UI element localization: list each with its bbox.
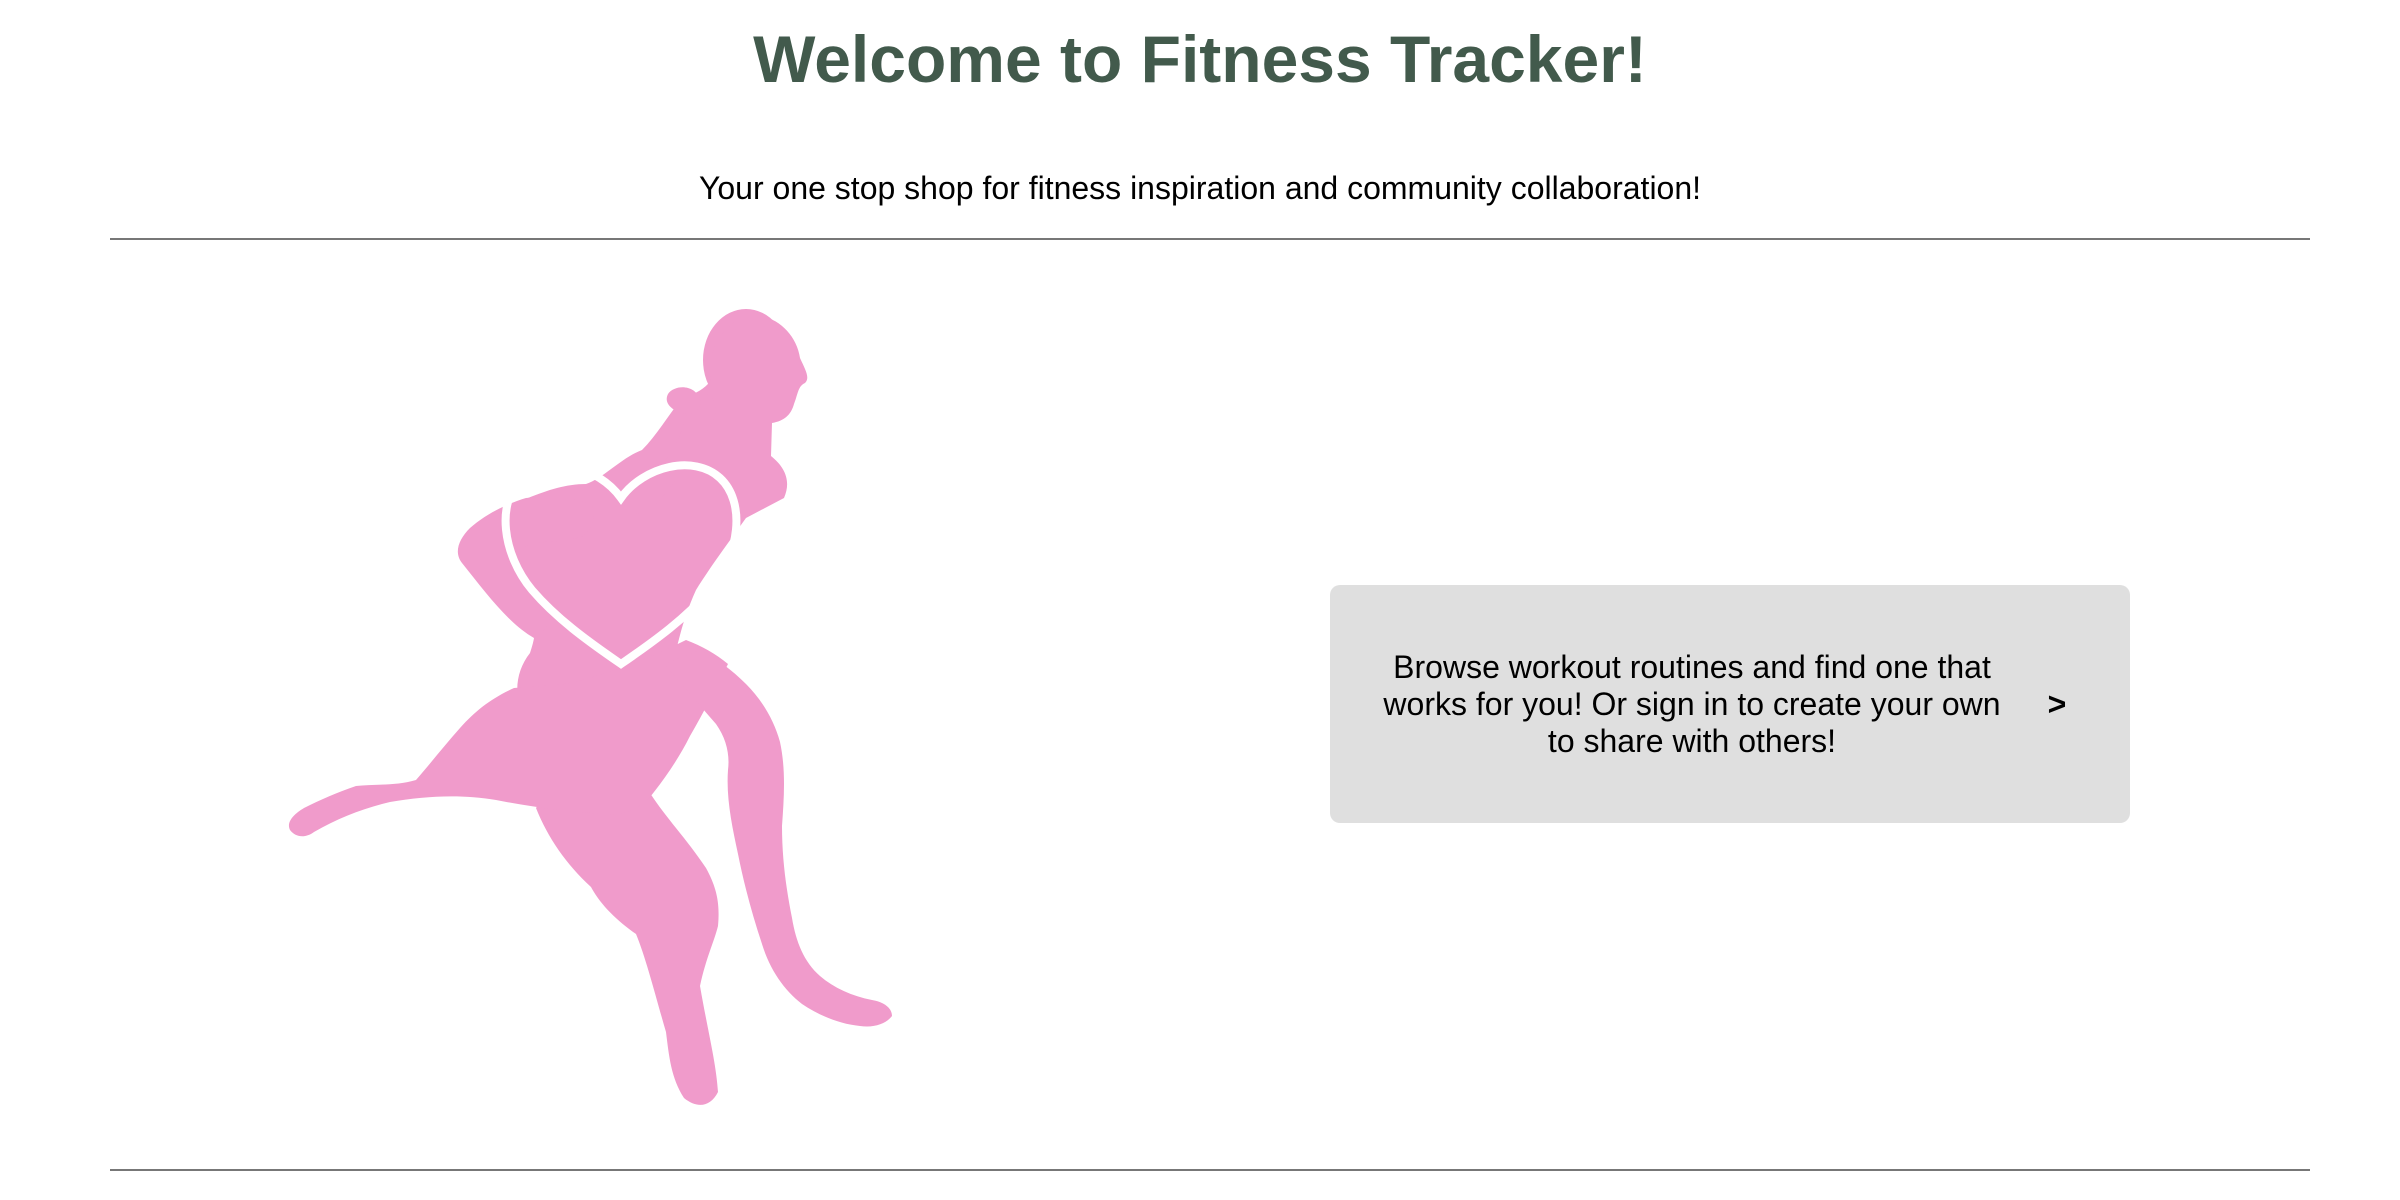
- home-page: Welcome to Fitness Tracker! Your one sto…: [0, 0, 2400, 1200]
- browse-workouts-card[interactable]: Browse workout routines and find one tha…: [1330, 585, 2130, 823]
- runner-silhouette: [288, 309, 892, 1105]
- top-divider: [110, 238, 2310, 240]
- chevron-right-icon: >: [2047, 685, 2067, 722]
- bottom-divider: [110, 1169, 2310, 1171]
- page-subtitle: Your one stop shop for fitness inspirati…: [698, 170, 1702, 206]
- browse-workouts-text: Browse workout routines and find one tha…: [1383, 648, 2001, 759]
- running-person-heart-icon: [288, 309, 892, 1105]
- page-title: Welcome to Fitness Tracker!: [753, 22, 1647, 96]
